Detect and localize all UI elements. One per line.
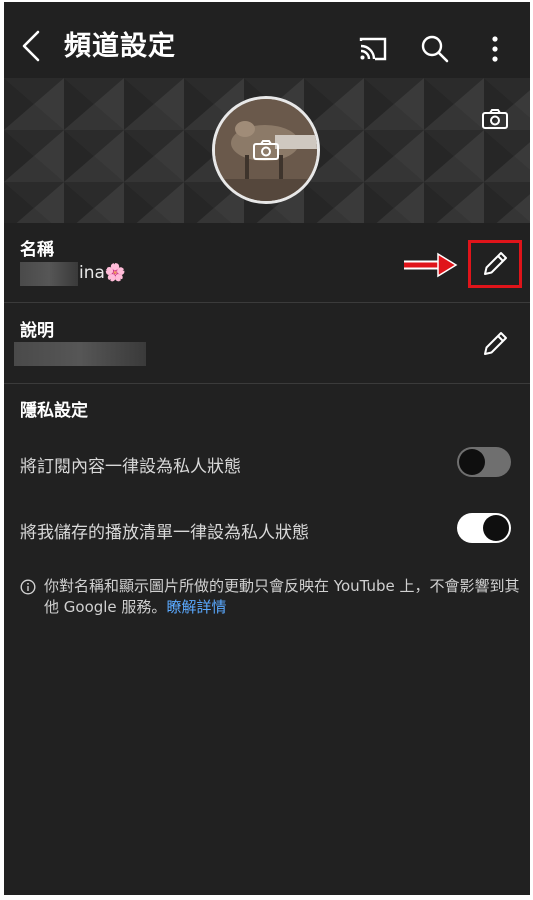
info-message: 你對名稱和顯示圖片所做的更動只會反映在 YouTube 上，不會影響到其他 Go… xyxy=(44,577,520,616)
info-text: 你對名稱和顯示圖片所做的更動只會反映在 YouTube 上，不會影響到其他 Go… xyxy=(44,576,520,618)
info-icon xyxy=(20,579,36,595)
cast-icon[interactable] xyxy=(356,32,390,66)
private-subscriptions-label: 將訂閱內容一律設為私人狀態 xyxy=(20,457,241,477)
private-playlists-label: 將我儲存的播放清單一律設為私人狀態 xyxy=(20,523,309,543)
channel-settings-screen: 頻道設定 名稱 ina🌸 說明 隱私設定 將訂閱內容一律設為私人狀態 將我儲存的… xyxy=(4,2,530,895)
toggle-knob xyxy=(483,515,509,541)
name-emoji: 🌸 xyxy=(104,263,127,283)
description-label: 說明 xyxy=(20,321,54,341)
red-arrow-annotation xyxy=(404,252,458,278)
search-icon[interactable] xyxy=(418,32,452,66)
toggle-knob xyxy=(459,449,485,475)
avatar-camera-icon[interactable] xyxy=(252,139,280,161)
name-value-text: ina xyxy=(79,263,105,283)
more-options-icon[interactable] xyxy=(478,32,512,66)
edit-description-pencil-icon[interactable] xyxy=(477,326,513,362)
edit-name-pencil-icon[interactable] xyxy=(477,246,513,282)
name-value: ina🌸 xyxy=(79,263,126,283)
privacy-heading: 隱私設定 xyxy=(20,401,88,421)
channel-avatar[interactable] xyxy=(212,96,320,204)
private-subscriptions-toggle[interactable] xyxy=(457,447,511,477)
divider xyxy=(4,383,530,384)
learn-more-link[interactable]: 瞭解詳情 xyxy=(166,598,226,616)
name-redacted xyxy=(20,262,78,286)
banner-camera-icon[interactable] xyxy=(481,108,509,130)
top-app-bar: 頻道設定 xyxy=(4,2,530,78)
description-redacted xyxy=(14,342,146,366)
name-label: 名稱 xyxy=(20,240,54,260)
divider xyxy=(4,302,530,303)
page-title: 頻道設定 xyxy=(64,31,176,62)
back-arrow-icon[interactable] xyxy=(18,28,46,64)
private-playlists-toggle[interactable] xyxy=(457,513,511,543)
channel-banner[interactable] xyxy=(4,78,530,223)
